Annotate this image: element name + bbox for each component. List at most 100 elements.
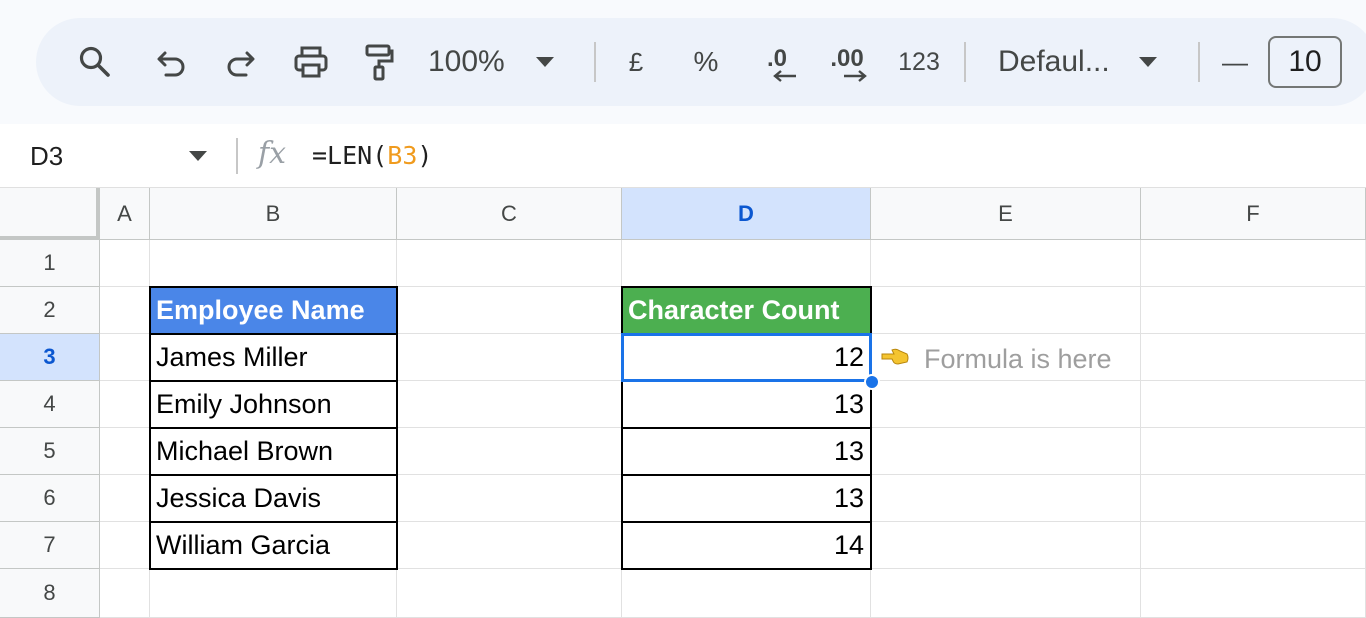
row-header-8[interactable]: 8	[0, 569, 100, 618]
cell-a3[interactable]	[100, 334, 150, 381]
cell-d4[interactable]: 13	[622, 381, 871, 428]
cell-e8[interactable]	[871, 569, 1141, 618]
fill-handle[interactable]	[864, 374, 880, 390]
cell-a5[interactable]	[100, 428, 150, 475]
more-formats-button[interactable]: 123	[894, 18, 944, 106]
cell-d7[interactable]: 14	[622, 522, 871, 569]
cell-b4[interactable]: Emily Johnson	[150, 381, 397, 428]
chevron-down-icon	[535, 57, 554, 67]
print-icon	[294, 46, 328, 78]
cell-e1[interactable]	[871, 240, 1141, 287]
cell-c5[interactable]	[397, 428, 622, 475]
toolbar-area: 100% £ % .0 .00 123 Defaul... — 10	[0, 0, 1366, 124]
redo-icon	[227, 51, 255, 77]
column-header-b[interactable]: B	[150, 188, 397, 240]
percent-icon: %	[693, 46, 719, 77]
increase-decimal-label: .00	[830, 45, 864, 72]
cell-f7[interactable]	[1141, 522, 1366, 569]
print-button[interactable]	[288, 18, 334, 106]
cell-b2-employee-name-header[interactable]: Employee Name	[150, 287, 397, 334]
cell-b6[interactable]: Jessica Davis	[150, 475, 397, 522]
cell-f2[interactable]	[1141, 287, 1366, 334]
paint-format-icon	[365, 44, 394, 81]
formula-suffix: )	[417, 141, 433, 170]
cell-e6[interactable]	[871, 475, 1141, 522]
cell-c2[interactable]	[397, 287, 622, 334]
row-header-3[interactable]: 3	[0, 334, 100, 381]
font-select[interactable]: Defaul...	[998, 18, 1178, 106]
column-header-d[interactable]: D	[622, 188, 871, 240]
undo-button[interactable]	[150, 18, 194, 106]
cell-f3[interactable]	[1141, 334, 1366, 381]
cell-a4[interactable]	[100, 381, 150, 428]
arrow-left-icon	[773, 70, 796, 82]
row-header-1[interactable]: 1	[0, 240, 100, 287]
formula-prefix: =LEN(	[312, 141, 388, 170]
search-menus-button[interactable]	[72, 18, 118, 106]
cell-d8[interactable]	[622, 569, 871, 618]
column-header-c[interactable]: C	[397, 188, 622, 240]
cell-d6[interactable]: 13	[622, 475, 871, 522]
cell-a6[interactable]	[100, 475, 150, 522]
column-header-a[interactable]: A	[100, 188, 150, 240]
cell-f5[interactable]	[1141, 428, 1366, 475]
zoom-select[interactable]: 100%	[428, 18, 578, 106]
paint-format-button[interactable]	[358, 18, 400, 106]
cell-e5[interactable]	[871, 428, 1141, 475]
cell-c1[interactable]	[397, 240, 622, 287]
cell-a7[interactable]	[100, 522, 150, 569]
cell-d5[interactable]: 13	[622, 428, 871, 475]
cell-d3[interactable]: 12	[622, 334, 871, 381]
cell-d1[interactable]	[622, 240, 871, 287]
increase-decimal-button[interactable]: .00	[822, 18, 872, 106]
cell-c8[interactable]	[397, 569, 622, 618]
formula-cell-reference: B3	[387, 141, 418, 170]
font-size-input[interactable]: 10	[1268, 36, 1342, 88]
cell-c7[interactable]	[397, 522, 622, 569]
redo-button[interactable]	[218, 18, 262, 106]
cell-b5[interactable]: Michael Brown	[150, 428, 397, 475]
cell-b8[interactable]	[150, 569, 397, 618]
decrease-decimal-button[interactable]: .0	[754, 18, 800, 106]
cell-b7[interactable]: William Garcia	[150, 522, 397, 569]
cell-c3[interactable]	[397, 334, 622, 381]
cell-a2[interactable]	[100, 287, 150, 334]
row-header-7[interactable]: 7	[0, 522, 100, 569]
formula-input[interactable]: =LEN(B3)	[312, 124, 432, 188]
toolbar: 100% £ % .0 .00 123 Defaul... — 10	[36, 18, 1366, 106]
row-header-5[interactable]: 5	[0, 428, 100, 475]
format-percent-button[interactable]: %	[686, 18, 726, 106]
select-all-corner[interactable]	[0, 188, 100, 240]
cell-a8[interactable]	[100, 569, 150, 618]
name-box[interactable]: D3	[30, 124, 63, 188]
more-formats-label: 123	[898, 47, 940, 76]
cell-b3[interactable]: James Miller	[150, 334, 397, 381]
cell-e4[interactable]	[871, 381, 1141, 428]
cell-f4[interactable]	[1141, 381, 1366, 428]
cell-c6[interactable]	[397, 475, 622, 522]
cell-f6[interactable]	[1141, 475, 1366, 522]
fx-icon: fx	[258, 136, 287, 171]
cell-e2[interactable]	[871, 287, 1141, 334]
cell-a1[interactable]	[100, 240, 150, 287]
cell-f8[interactable]	[1141, 569, 1366, 618]
font-name: Defaul...	[998, 45, 1110, 78]
pound-icon: £	[628, 46, 644, 77]
decrease-font-size-button[interactable]: —	[1216, 18, 1254, 106]
row-header-2[interactable]: 2	[0, 287, 100, 334]
cell-c4[interactable]	[397, 381, 622, 428]
cell-d2-character-count-header[interactable]: Character Count	[622, 287, 871, 334]
row-header-4[interactable]: 4	[0, 381, 100, 428]
toolbar-divider	[594, 42, 596, 82]
cell-e7[interactable]	[871, 522, 1141, 569]
column-header-f[interactable]: F	[1141, 188, 1366, 240]
cell-b1[interactable]	[150, 240, 397, 287]
cell-f1[interactable]	[1141, 240, 1366, 287]
pointing-left-hand-icon	[880, 345, 910, 373]
format-currency-button[interactable]: £	[618, 18, 654, 106]
row-header-6[interactable]: 6	[0, 475, 100, 522]
zoom-value: 100%	[428, 45, 505, 78]
decrease-decimal-label: .0	[766, 45, 787, 72]
chevron-down-icon[interactable]	[188, 150, 208, 162]
column-header-e[interactable]: E	[871, 188, 1141, 240]
